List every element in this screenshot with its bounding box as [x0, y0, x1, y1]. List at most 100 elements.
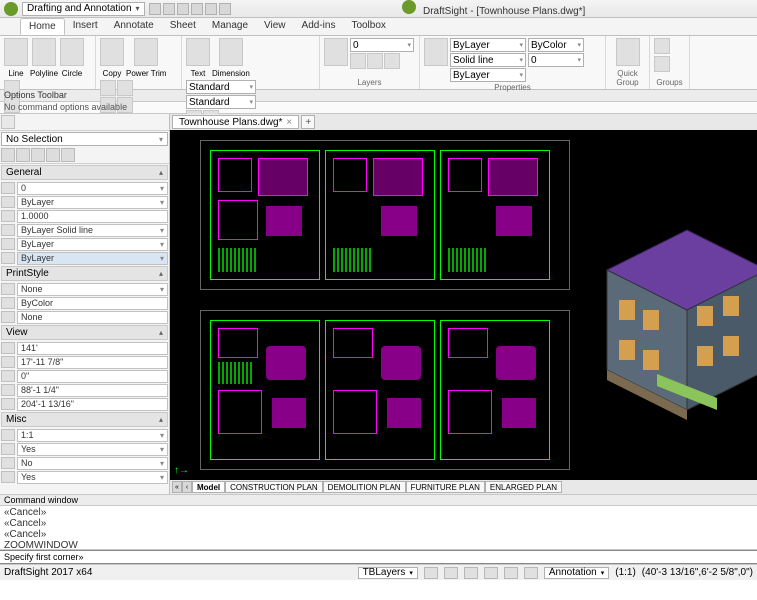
cmd-line: «Cancel» — [4, 529, 753, 540]
tab-insert[interactable]: Insert — [65, 18, 106, 35]
fillet-icon[interactable] — [117, 80, 133, 96]
prop-v5[interactable]: 204'-1 13/16" — [17, 398, 168, 411]
sheet-nav-prev[interactable]: ‹ — [182, 481, 192, 493]
section-printstyle[interactable]: PrintStyle — [1, 266, 168, 281]
pal-filter-5-icon[interactable] — [61, 148, 75, 162]
prop-v4[interactable]: 88'-1 1/4" — [17, 384, 168, 397]
prop-m3[interactable]: No — [17, 457, 168, 470]
line-icon[interactable] — [4, 38, 28, 66]
qat-save-icon[interactable] — [177, 3, 189, 15]
close-tab-icon[interactable]: × — [286, 117, 292, 128]
tab-manage[interactable]: Manage — [204, 18, 256, 35]
prop-m1[interactable]: 1:1 — [17, 429, 168, 442]
isometric-house — [597, 210, 757, 410]
qat-new-icon[interactable] — [149, 3, 161, 15]
tab-addins[interactable]: Add-ins — [294, 18, 344, 35]
prop-ps3[interactable]: None — [17, 311, 168, 324]
pal-filter-4-icon[interactable] — [46, 148, 60, 162]
prop-m2[interactable]: Yes — [17, 443, 168, 456]
qat-open-icon[interactable] — [163, 3, 175, 15]
tab-annotate[interactable]: Annotate — [106, 18, 162, 35]
esnap-toggle[interactable] — [504, 567, 518, 579]
ungroup-icon[interactable] — [654, 56, 670, 72]
pal-filter-1-icon[interactable] — [1, 148, 15, 162]
sheet-construction[interactable]: CONSTRUCTION PLAN — [225, 481, 323, 493]
layer-combo[interactable]: 0 — [350, 38, 414, 52]
prop-layer[interactable]: 0 — [17, 182, 168, 195]
workspace-dropdown[interactable]: Drafting and Annotation — [22, 2, 145, 16]
prop-ps1[interactable]: None — [17, 283, 168, 296]
v5-icon — [1, 398, 15, 410]
drawing-canvas[interactable]: ↑→ — [170, 130, 757, 480]
etrack-toggle[interactable] — [524, 567, 538, 579]
sheet-demolition[interactable]: DEMOLITION PLAN — [323, 481, 406, 493]
line-combo[interactable]: Solid line — [450, 53, 526, 67]
sheet-enlarged[interactable]: ENLARGED PLAN — [485, 481, 562, 493]
lt-prop-icon — [1, 224, 15, 236]
tab-home[interactable]: Home — [20, 18, 65, 35]
layer-tool-3-icon[interactable] — [384, 53, 400, 69]
sheet-model[interactable]: Model — [192, 481, 225, 493]
prop-m4[interactable]: Yes — [17, 471, 168, 484]
circle-icon[interactable] — [60, 38, 84, 66]
prop-scale[interactable]: 1.0000 — [17, 210, 168, 223]
ps1-icon — [1, 283, 15, 295]
text-style-combo[interactable]: Standard — [186, 80, 256, 94]
section-misc[interactable]: Misc — [1, 412, 168, 427]
prop-linetype2[interactable]: ByLayer — [17, 238, 168, 251]
copy-icon[interactable] — [100, 38, 124, 66]
qat-undo-icon[interactable] — [205, 3, 217, 15]
prop-color[interactable]: ByLayer — [17, 196, 168, 209]
annotation-scale[interactable]: Annotation — [544, 567, 609, 579]
dim-style-combo[interactable]: Standard — [186, 95, 256, 109]
qat-print-icon[interactable] — [191, 3, 203, 15]
cmd-line: «Cancel» — [4, 507, 753, 518]
snap-toggle[interactable] — [424, 567, 438, 579]
ribbon: Line Polyline Circle Draw Copy Power Tri… — [0, 36, 757, 90]
group-icon[interactable] — [654, 38, 670, 54]
prop-linetype[interactable]: ByLayer Solid line — [17, 224, 168, 237]
prop-v2[interactable]: 17'-11 7/8" — [17, 356, 168, 369]
tab-toolbox[interactable]: Toolbox — [343, 18, 393, 35]
prop-ps2[interactable]: ByColor — [17, 297, 168, 310]
tblayers-button[interactable]: TBLayers — [358, 567, 418, 579]
layer2-combo[interactable]: ByLayer — [450, 68, 526, 82]
pal-filter-3-icon[interactable] — [31, 148, 45, 162]
qat-redo-icon[interactable] — [219, 3, 231, 15]
ortho-toggle[interactable] — [464, 567, 478, 579]
pal-filter-2-icon[interactable] — [16, 148, 30, 162]
doc-tab-active[interactable]: Townhouse Plans.dwg*× — [172, 115, 299, 129]
dimension-icon[interactable] — [219, 38, 243, 66]
add-doc-button[interactable]: + — [301, 115, 315, 129]
polar-toggle[interactable] — [484, 567, 498, 579]
command-input[interactable]: Specify first corner» — [0, 550, 757, 564]
color-combo[interactable]: ByLayer — [450, 38, 526, 52]
section-general[interactable]: General — [1, 165, 168, 180]
text-icon[interactable] — [186, 38, 210, 66]
mirror-icon[interactable] — [100, 80, 116, 96]
sheet-furniture[interactable]: FURNITURE PLAN — [406, 481, 485, 493]
hl-prop-icon — [1, 252, 15, 264]
layer-tool-2-icon[interactable] — [367, 53, 383, 69]
sheet-nav-first[interactable]: « — [172, 481, 182, 493]
ribbon-group-properties: ByLayer Solid line ByLayer ByColor 0 Pro… — [420, 36, 606, 89]
bycolor-combo[interactable]: ByColor — [528, 38, 584, 52]
prop-v1[interactable]: 141' — [17, 342, 168, 355]
properties-icon[interactable] — [424, 38, 448, 66]
tab-sheet[interactable]: Sheet — [162, 18, 204, 35]
tab-view[interactable]: View — [256, 18, 294, 35]
m4-icon — [1, 471, 15, 483]
selection-combo[interactable]: No Selection — [1, 132, 168, 146]
prop-v3[interactable]: 0" — [17, 370, 168, 383]
ribbon-group-draw: Line Polyline Circle Draw — [0, 36, 96, 89]
prop-highlight[interactable]: ByLayer — [17, 252, 168, 265]
grid-toggle[interactable] — [444, 567, 458, 579]
pal-pin-icon[interactable] — [1, 115, 15, 129]
layer-manager-icon[interactable] — [324, 38, 348, 66]
layer-tool-1-icon[interactable] — [350, 53, 366, 69]
power-trim-icon[interactable] — [134, 38, 158, 66]
polyline-icon[interactable] — [32, 38, 56, 66]
section-view[interactable]: View — [1, 325, 168, 340]
lw-combo[interactable]: 0 — [528, 53, 584, 67]
quick-group-icon[interactable] — [616, 38, 640, 66]
